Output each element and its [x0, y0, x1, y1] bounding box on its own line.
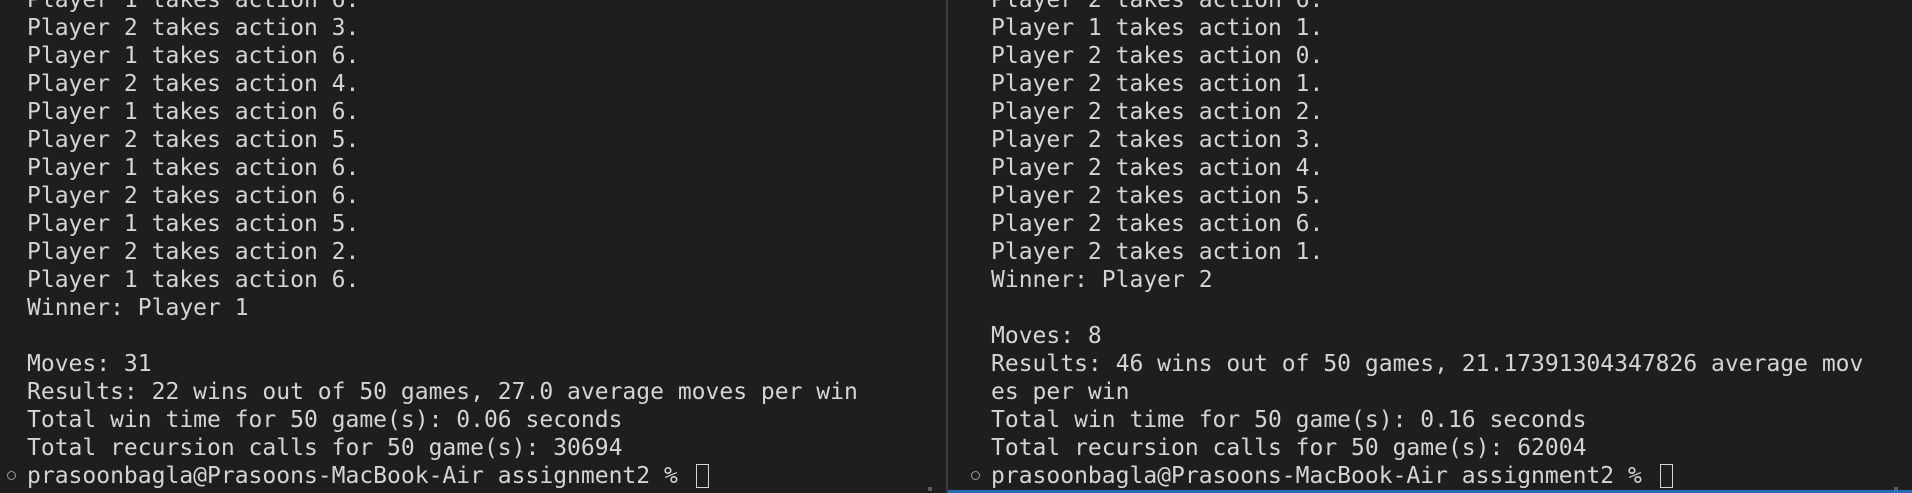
output-line: Winner: Player 1 — [27, 295, 249, 321]
output-line: Player 2 takes action 2. — [27, 239, 360, 265]
terminal-output-right: Player 2 takes action 6. Player 1 takes … — [971, 0, 1912, 490]
output-line: Player 1 takes action 6. — [27, 43, 360, 69]
shell-prompt-right[interactable]: prasoonbagla@Prasoons-MacBook-Air assign… — [971, 462, 1912, 490]
output-line: Player 2 takes action 5. — [991, 183, 1324, 209]
terminal-pane-right[interactable]: Player 2 takes action 6. Player 1 takes … — [948, 0, 1912, 493]
output-line: Player 2 takes action 3. — [991, 127, 1324, 153]
output-line: Player 1 takes action 6. — [27, 267, 360, 293]
terminal-pane-left[interactable]: Player 1 takes action 6. Player 2 takes … — [0, 0, 946, 493]
terminal-split-view: Player 1 takes action 6. Player 2 takes … — [0, 0, 1912, 493]
cursor-icon — [1659, 464, 1673, 488]
output-line: Player 2 takes action 1. — [991, 239, 1324, 265]
output-line: Winner: Player 2 — [991, 267, 1213, 293]
output-line: Player 2 takes action 3. — [27, 15, 360, 41]
prompt-status-icon — [7, 471, 16, 480]
prompt-text: prasoonbagla@Prasoons-MacBook-Air assign… — [27, 463, 692, 489]
resize-grip-icon[interactable] — [928, 487, 932, 491]
output-line: Player 2 takes action 1. — [991, 71, 1324, 97]
output-line: es per win — [991, 379, 1130, 405]
output-line: Player 2 takes action 2. — [991, 99, 1324, 125]
output-line: Player 2 takes action 6. — [27, 183, 360, 209]
output-line: Player 1 takes action 6. — [27, 99, 360, 125]
output-line: Moves: 8 — [991, 323, 1102, 349]
output-line: Player 2 takes action 5. — [27, 127, 360, 153]
output-line: Player 1 takes action 6. — [27, 155, 360, 181]
output-line: Player 2 takes action 6. — [991, 211, 1324, 237]
output-line: Total recursion calls for 50 game(s): 62… — [991, 435, 1587, 461]
output-line: Results: 46 wins out of 50 games, 21.173… — [991, 351, 1864, 377]
output-line: Results: 22 wins out of 50 games, 27.0 a… — [27, 379, 858, 405]
prompt-status-icon — [971, 471, 980, 480]
prompt-text: prasoonbagla@Prasoons-MacBook-Air assign… — [991, 463, 1656, 489]
output-line: Player 1 takes action 5. — [27, 211, 360, 237]
output-line: Total recursion calls for 50 game(s): 30… — [27, 435, 623, 461]
terminal-output-left: Player 1 takes action 6. Player 2 takes … — [7, 0, 946, 490]
shell-prompt-left[interactable]: prasoonbagla@Prasoons-MacBook-Air assign… — [7, 462, 946, 490]
output-line: Player 2 takes action 4. — [991, 155, 1324, 181]
output-line: Player 2 takes action 4. — [27, 71, 360, 97]
output-line: Total win time for 50 game(s): 0.16 seco… — [991, 407, 1587, 433]
output-line: Player 1 takes action 6. — [27, 0, 360, 13]
output-line: Player 2 takes action 6. — [991, 0, 1324, 13]
output-line: Moves: 31 — [27, 351, 152, 377]
output-line: Player 2 takes action 0. — [991, 43, 1324, 69]
output-line: Player 1 takes action 1. — [991, 15, 1324, 41]
output-line: Total win time for 50 game(s): 0.06 seco… — [27, 407, 623, 433]
cursor-icon — [695, 464, 709, 488]
